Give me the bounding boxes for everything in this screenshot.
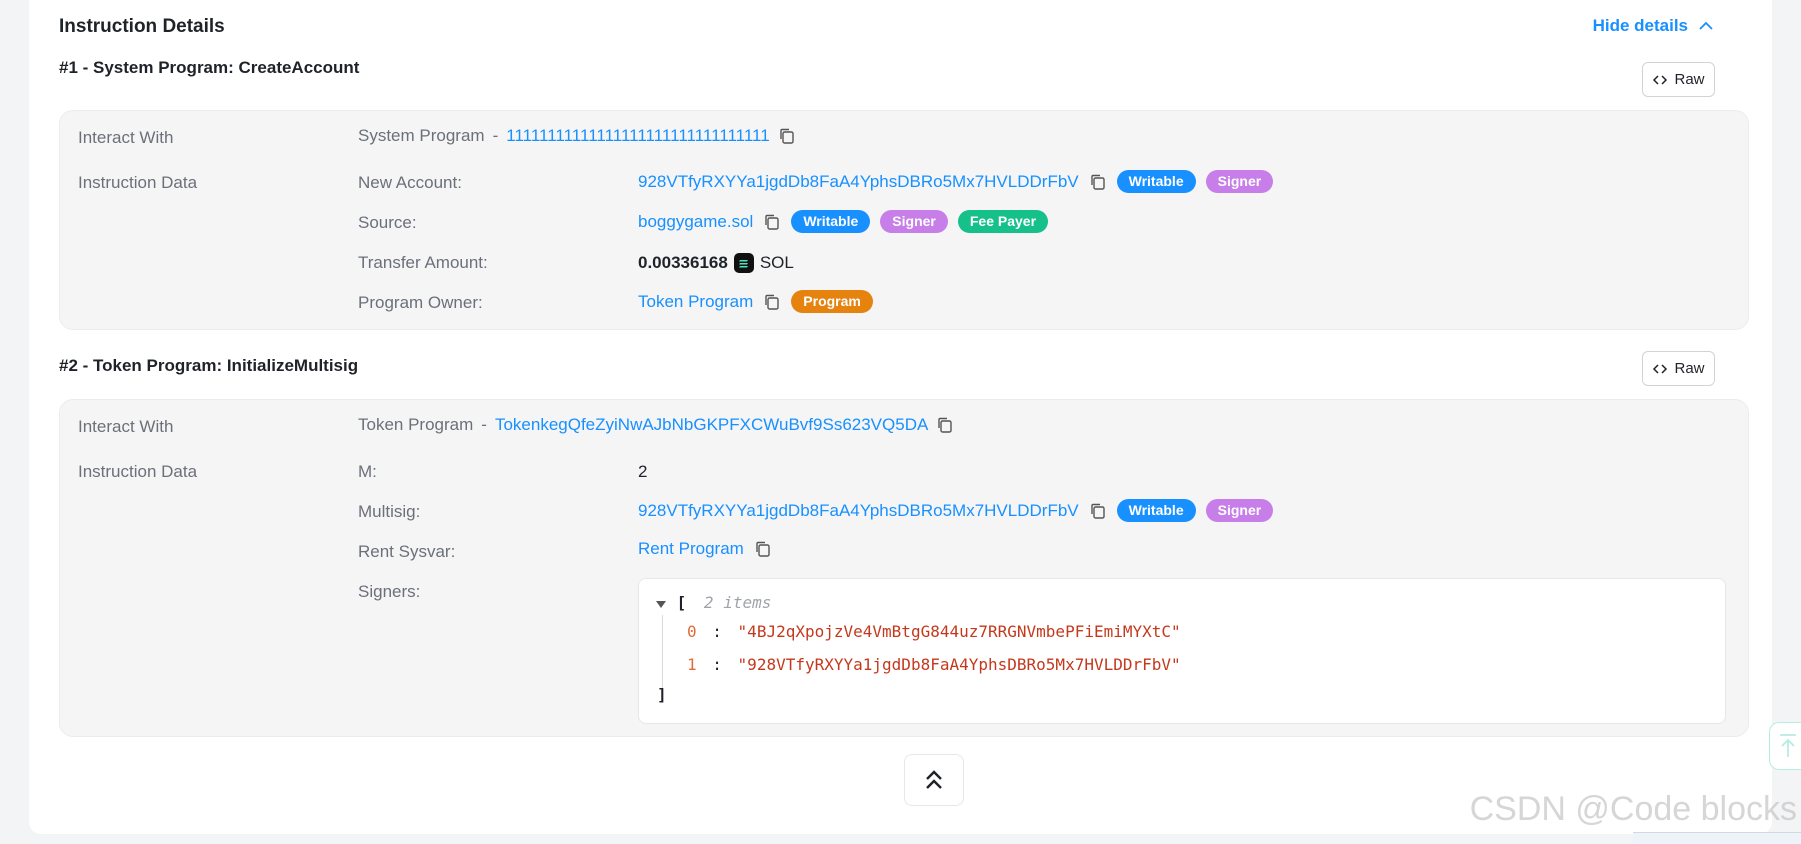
- transfer-unit: SOL: [759, 253, 794, 272]
- program-name: System Program: [358, 126, 485, 145]
- json-item-count: 2 items: [703, 593, 772, 612]
- signers-json-viewer: [ 2 items 0 : "4BJ2qXpojzVe4VmBtgG844uz7…: [638, 578, 1726, 724]
- copy-icon[interactable]: [1089, 173, 1107, 191]
- multisig-value: 928VTfyRXYYa1jgdDb8FaA4YphsDBRo5Mx7HVLDD…: [638, 499, 1274, 522]
- rent-sysvar-value: Rent Program: [638, 539, 772, 559]
- transfer-amount: 0.00336168: [638, 253, 728, 272]
- new-account-label: New Account:: [358, 173, 462, 192]
- code-icon: [1653, 74, 1668, 85]
- json-item: 0 : "4BJ2qXpojzVe4VmBtgG844uz7RRGNVmbePF…: [687, 622, 1181, 641]
- interact-with-label: Interact With: [78, 128, 174, 147]
- signer-badge: Signer: [1205, 499, 1274, 522]
- m-value: 2: [638, 462, 648, 481]
- transfer-amount-value: 0.00336168 SOL: [638, 253, 794, 273]
- rent-program-link[interactable]: Rent Program: [638, 539, 744, 559]
- json-index: 0: [687, 622, 697, 641]
- program-owner-label: Program Owner:: [358, 293, 483, 312]
- program-separator: -: [492, 126, 499, 145]
- interact-with-value: Token Program - TokenkegQfeZyiNwAJbNbGKP…: [358, 415, 954, 435]
- json-value: "928VTfyRXYYa1jgdDb8FaA4YphsDBRo5Mx7HVLD…: [737, 655, 1181, 674]
- source-link[interactable]: boggygame.sol: [638, 212, 753, 232]
- program-separator: -: [481, 415, 487, 434]
- watermark: CSDN @Code blocks: [1469, 790, 1797, 828]
- instruction-data-label: Instruction Data: [78, 462, 198, 481]
- json-root-line: [ 2 items: [655, 593, 771, 612]
- interact-with-label: Interact With: [78, 417, 174, 436]
- instruction-2-panel: Interact With Token Program - TokenkegQf…: [59, 399, 1749, 737]
- program-name: Token Program: [358, 415, 474, 434]
- json-close-bracket: ]: [657, 685, 667, 704]
- m-label: M:: [358, 462, 377, 481]
- new-account-value: 928VTfyRXYYa1jgdDb8FaA4YphsDBRo5Mx7HVLDD…: [638, 170, 1274, 193]
- program-owner-value: Token Program Program: [638, 290, 873, 313]
- raw-label: Raw: [1674, 71, 1705, 88]
- instruction-1-title: #1 - System Program: CreateAccount: [59, 58, 360, 77]
- hide-details-label: Hide details: [1592, 16, 1688, 35]
- interact-with-value: System Program - 11111111111111111111111…: [358, 126, 796, 146]
- json-indent-guide: [662, 615, 663, 689]
- raw-button-1[interactable]: Raw: [1642, 62, 1715, 97]
- caret-down-icon[interactable]: [655, 598, 667, 610]
- copy-icon[interactable]: [763, 213, 781, 231]
- json-value: "4BJ2qXpojzVe4VmBtgG844uz7RRGNVmbePFiEmi…: [737, 622, 1181, 641]
- raw-button-2[interactable]: Raw: [1642, 351, 1715, 386]
- m-value-wrap: 2: [638, 462, 647, 482]
- collapse-all-button[interactable]: [904, 754, 964, 806]
- json-index: 1: [687, 655, 697, 674]
- hide-details-toggle[interactable]: Hide details: [1593, 16, 1714, 36]
- writable-badge: Writable: [1116, 499, 1196, 522]
- solana-icon: [733, 253, 754, 273]
- program-owner-link[interactable]: Token Program: [638, 292, 753, 312]
- code-icon: [1653, 363, 1668, 374]
- instruction-1-panel: Interact With System Program - 111111111…: [59, 110, 1749, 330]
- json-item: 1 : "928VTfyRXYYa1jgdDb8FaA4YphsDBRo5Mx7…: [687, 655, 1181, 674]
- bottom-toolbar: [1633, 832, 1801, 844]
- source-label: Source:: [358, 213, 417, 232]
- source-value: boggygame.sol Writable Signer Fee Payer: [638, 210, 1049, 233]
- transfer-amount-label: Transfer Amount:: [358, 253, 488, 272]
- writable-badge: Writable: [1116, 170, 1196, 193]
- program-badge: Program: [791, 290, 873, 313]
- copy-icon[interactable]: [778, 127, 796, 145]
- fee-payer-badge: Fee Payer: [957, 210, 1049, 233]
- copy-icon[interactable]: [763, 293, 781, 311]
- multisig-label: Multisig:: [358, 502, 421, 521]
- json-open-bracket: [: [676, 593, 687, 612]
- chevron-up-icon: [1699, 21, 1713, 30]
- section-title: Instruction Details: [59, 16, 225, 37]
- rent-sysvar-label: Rent Sysvar:: [358, 542, 456, 561]
- instruction-2-title: #2 - Token Program: InitializeMultisig: [59, 356, 359, 375]
- copy-icon[interactable]: [754, 540, 772, 558]
- signer-badge: Signer: [1205, 170, 1274, 193]
- writable-badge: Writable: [791, 210, 871, 233]
- back-to-top-button[interactable]: [1769, 722, 1801, 770]
- chevrons-up-icon: [926, 770, 942, 789]
- arrow-up-icon: [1780, 734, 1796, 757]
- program-address-link[interactable]: TokenkegQfeZyiNwAJbNbGKPFXCWuBvf9Ss623VQ…: [495, 415, 928, 435]
- instruction-details-card: Instruction Details Hide details #1 - Sy…: [29, 0, 1772, 834]
- copy-icon[interactable]: [1089, 502, 1107, 520]
- program-address-link[interactable]: 11111111111111111111111111111111: [506, 126, 769, 146]
- instruction-data-label: Instruction Data: [78, 173, 198, 192]
- new-account-link[interactable]: 928VTfyRXYYa1jgdDb8FaA4YphsDBRo5Mx7HVLDD…: [638, 172, 1079, 192]
- multisig-link[interactable]: 928VTfyRXYYa1jgdDb8FaA4YphsDBRo5Mx7HVLDD…: [638, 501, 1079, 521]
- signer-badge: Signer: [880, 210, 948, 233]
- signers-label: Signers:: [358, 582, 421, 601]
- copy-icon[interactable]: [936, 416, 954, 434]
- raw-label: Raw: [1674, 360, 1705, 377]
